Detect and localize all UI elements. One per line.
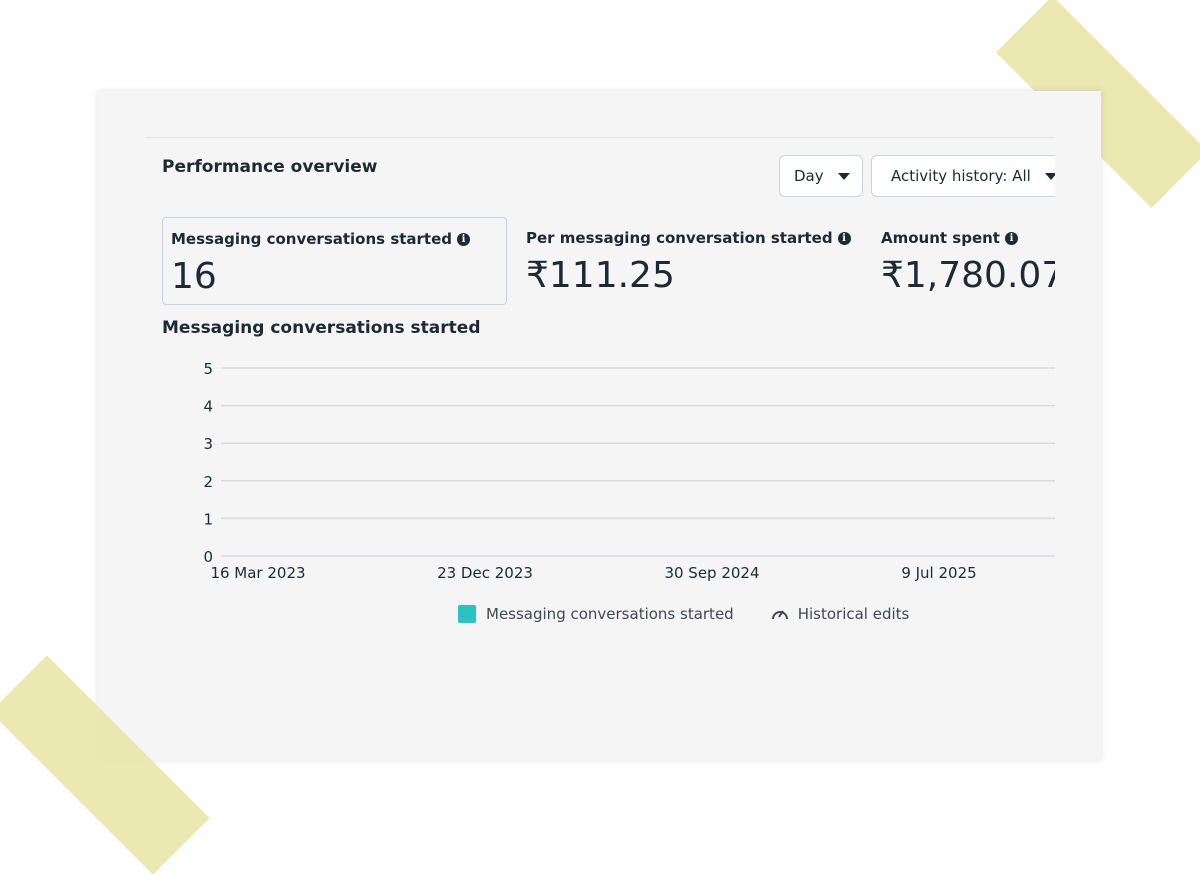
x-tick-label: 30 Sep 2024 [664,564,759,582]
y-tick-label: 3 [203,435,213,453]
performance-overview-panel: Performance overview Day Activity histor… [145,137,1055,697]
y-tick-label: 4 [203,398,213,416]
legend-series-label[interactable]: Messaging conversations started [486,605,734,623]
performance-overview-card: Performance overview Day Activity histor… [98,91,1101,760]
x-tick-label: 23 Dec 2023 [437,564,533,582]
historical-edits-icon [770,605,790,623]
conversations-chart: 01234516 Mar 2023 23 Dec 2023 30 Sep 2024 9… [203,360,1055,582]
y-tick-label: 2 [203,473,213,491]
y-tick-label: 1 [203,510,213,528]
y-tick-label: 5 [203,360,213,378]
legend-swatch [458,605,476,623]
x-tick-label: 9 Jul 2025 [901,564,976,582]
legend-edits-label[interactable]: Historical edits [798,605,910,623]
chart-legend: Messaging conversations started Historic… [458,605,909,623]
x-tick-label: 16 Mar 2023 [210,564,305,582]
